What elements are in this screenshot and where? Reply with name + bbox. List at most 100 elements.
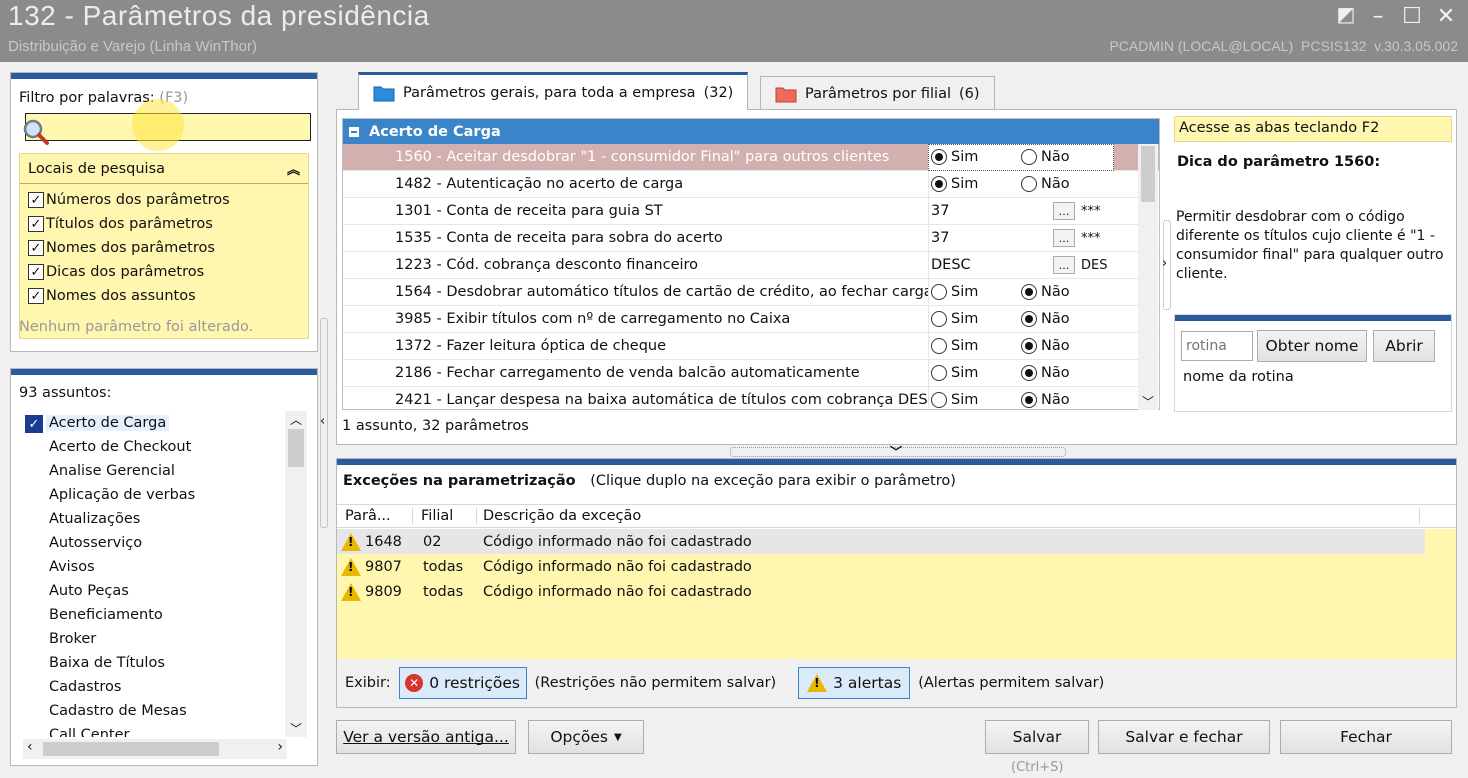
radio-no[interactable]: Não — [1021, 284, 1111, 300]
exception-row[interactable]: ! 9809 todas Código informado não foi cadas… — [337, 579, 1456, 604]
parameter-row[interactable]: 3985 - Exibir títulos com nº de carregam… — [343, 305, 1159, 333]
checkbox-icon[interactable]: ✓ — [28, 192, 44, 208]
subject-item[interactable]: Cadastros — [23, 675, 287, 699]
checkbox-icon[interactable]: ✓ — [28, 216, 44, 232]
radio-icon[interactable] — [931, 311, 947, 327]
radio-yes[interactable]: Sim — [931, 176, 1021, 192]
col-description[interactable]: Descrição da exceção — [477, 508, 1420, 524]
splitter-collapse-icon[interactable]: ‹ — [320, 414, 325, 429]
routine-input[interactable] — [1181, 331, 1253, 361]
ellipsis-button[interactable]: ... — [1053, 256, 1075, 274]
subject-item[interactable]: Acerto de Checkout — [23, 435, 287, 459]
parameter-row[interactable]: 1564 - Desdobrar automático títulos de c… — [343, 278, 1159, 306]
tab-branch[interactable]: Parâmetros por filial (6) — [760, 76, 995, 110]
exception-row[interactable]: ! 1648 02 Código informado não foi cadastra… — [337, 529, 1425, 554]
radio-icon[interactable] — [1021, 392, 1037, 408]
old-version-button[interactable]: Ver a versão antiga... — [336, 720, 516, 754]
save-button[interactable]: Salvar — [985, 720, 1089, 754]
radio-icon[interactable] — [931, 338, 947, 354]
search-option-3[interactable]: ✓ Dicas dos parâmetros — [28, 260, 308, 284]
subject-item[interactable]: Call Center — [23, 723, 287, 737]
radio-icon[interactable] — [1021, 338, 1037, 354]
radio-icon[interactable] — [931, 365, 947, 381]
search-option-4[interactable]: ✓ Nomes dos assuntos — [28, 284, 308, 308]
radio-icon[interactable] — [931, 392, 947, 408]
search-option-2[interactable]: ✓ Nomes dos parâmetros — [28, 236, 308, 260]
subject-item[interactable]: Avisos — [23, 555, 287, 579]
restrictions-toggle[interactable]: ✕ 0 restrições — [398, 667, 527, 699]
scroll-left-icon[interactable]: ‹ — [27, 739, 33, 755]
subject-item[interactable]: Cadastro de Mesas — [23, 699, 287, 723]
checkbox-icon[interactable]: ✓ — [28, 240, 44, 256]
radio-yes[interactable]: Sim — [931, 365, 1021, 381]
group-header[interactable]: Acerto de Carga — [343, 119, 1159, 144]
exception-row[interactable]: ! 9807 todas Código informado não foi cadas… — [337, 554, 1456, 579]
radio-no[interactable]: Não — [1021, 392, 1111, 408]
radio-icon[interactable] — [1021, 365, 1037, 381]
radio-no[interactable]: Não — [1021, 311, 1111, 327]
radio-icon[interactable] — [1021, 284, 1037, 300]
radio-no[interactable]: Não — [1021, 365, 1111, 381]
close-button[interactable]: Fechar — [1280, 720, 1452, 754]
scroll-up-icon[interactable]: ︿ — [285, 411, 307, 429]
options-button[interactable]: Opções ▼ — [528, 720, 644, 754]
parameter-row[interactable]: 2186 - Fechar carregamento de venda balc… — [343, 359, 1159, 387]
radio-icon[interactable] — [931, 149, 947, 165]
get-name-button[interactable]: Obter nome — [1257, 330, 1367, 362]
subjects-vscrollbar[interactable]: ︿ ﹀ — [285, 411, 307, 737]
collapse-chevron-icon[interactable]: ︽ — [287, 159, 300, 178]
subject-item[interactable]: ✓ Acerto de Carga — [23, 411, 287, 435]
radio-icon[interactable] — [931, 284, 947, 300]
subjects-hscrollbar[interactable]: ‹ › — [23, 739, 287, 759]
radio-icon[interactable] — [1021, 176, 1037, 192]
radio-yes[interactable]: Sim — [931, 149, 1021, 165]
parameter-row[interactable]: 1301 - Conta de receita para guia ST 37..… — [343, 197, 1159, 225]
subject-item[interactable]: Analise Gerencial — [23, 459, 287, 483]
radio-yes[interactable]: Sim — [931, 311, 1021, 327]
scroll-thumb[interactable] — [288, 429, 304, 467]
parameter-row[interactable]: 1535 - Conta de receita para sobra do ac… — [343, 224, 1159, 252]
subject-item[interactable]: Atualizações — [23, 507, 287, 531]
col-branch[interactable]: Filial — [413, 508, 477, 524]
radio-no[interactable]: Não — [1021, 149, 1111, 165]
grid-scroll-thumb[interactable] — [1141, 146, 1155, 202]
search-option-1[interactable]: ✓ Títulos dos parâmetros — [28, 212, 308, 236]
search-locations-header[interactable]: Locais de pesquisa ︽ — [20, 154, 308, 184]
maximize-icon[interactable]: ☐ — [1400, 4, 1424, 29]
parameter-row[interactable]: 1560 - Aceitar desdobrar "1 - consumidor… — [343, 143, 1159, 171]
radio-icon[interactable] — [1021, 311, 1037, 327]
grid-scroll-down-icon[interactable]: ﹀ — [1138, 393, 1158, 410]
checkbox-icon[interactable]: ✓ — [28, 288, 44, 304]
open-button[interactable]: Abrir — [1373, 330, 1435, 362]
scroll-down-icon[interactable]: ﹀ — [285, 720, 307, 737]
hscroll-thumb[interactable] — [43, 742, 219, 756]
restore-icon[interactable]: ◩ — [1334, 2, 1358, 26]
parameter-row[interactable]: 1223 - Cód. cobrança desconto financeiro… — [343, 251, 1159, 279]
save-close-button[interactable]: Salvar e fechar — [1098, 720, 1270, 754]
subject-item[interactable]: Beneficiamento — [23, 603, 287, 627]
text-value[interactable]: 37 — [931, 230, 1053, 246]
collapse-group-icon[interactable] — [349, 126, 359, 137]
parameter-row[interactable]: 1372 - Fazer leitura óptica de cheque Sim… — [343, 332, 1159, 360]
minimize-icon[interactable]: – — [1366, 4, 1390, 29]
radio-icon[interactable] — [931, 176, 947, 192]
subject-item[interactable]: Broker — [23, 627, 287, 651]
subject-item[interactable]: Auto Peças — [23, 579, 287, 603]
text-value[interactable]: DESC — [931, 257, 1053, 273]
col-param[interactable]: Parâ... — [337, 508, 413, 524]
text-value[interactable]: 37 — [931, 203, 1053, 219]
hint-expand-icon[interactable]: › — [1162, 256, 1167, 271]
subject-item[interactable]: Baixa de Títulos — [23, 651, 287, 675]
ellipsis-button[interactable]: ... — [1053, 202, 1075, 220]
radio-yes[interactable]: Sim — [931, 392, 1021, 408]
radio-icon[interactable] — [1021, 149, 1037, 165]
alerts-toggle[interactable]: ! 3 alertas — [798, 667, 911, 699]
parameter-row[interactable]: 2421 - Lançar despesa na baixa automátic… — [343, 386, 1159, 409]
radio-no[interactable]: Não — [1021, 176, 1111, 192]
tab-general[interactable]: Parâmetros gerais, para toda a empresa (… — [358, 72, 749, 110]
radio-yes[interactable]: Sim — [931, 284, 1021, 300]
scroll-right-icon[interactable]: › — [277, 739, 283, 755]
parameter-row[interactable]: 1482 - Autenticação no acerto de carga Si… — [343, 170, 1159, 198]
checkbox-icon[interactable]: ✓ — [28, 264, 44, 280]
ellipsis-button[interactable]: ... — [1053, 229, 1075, 247]
